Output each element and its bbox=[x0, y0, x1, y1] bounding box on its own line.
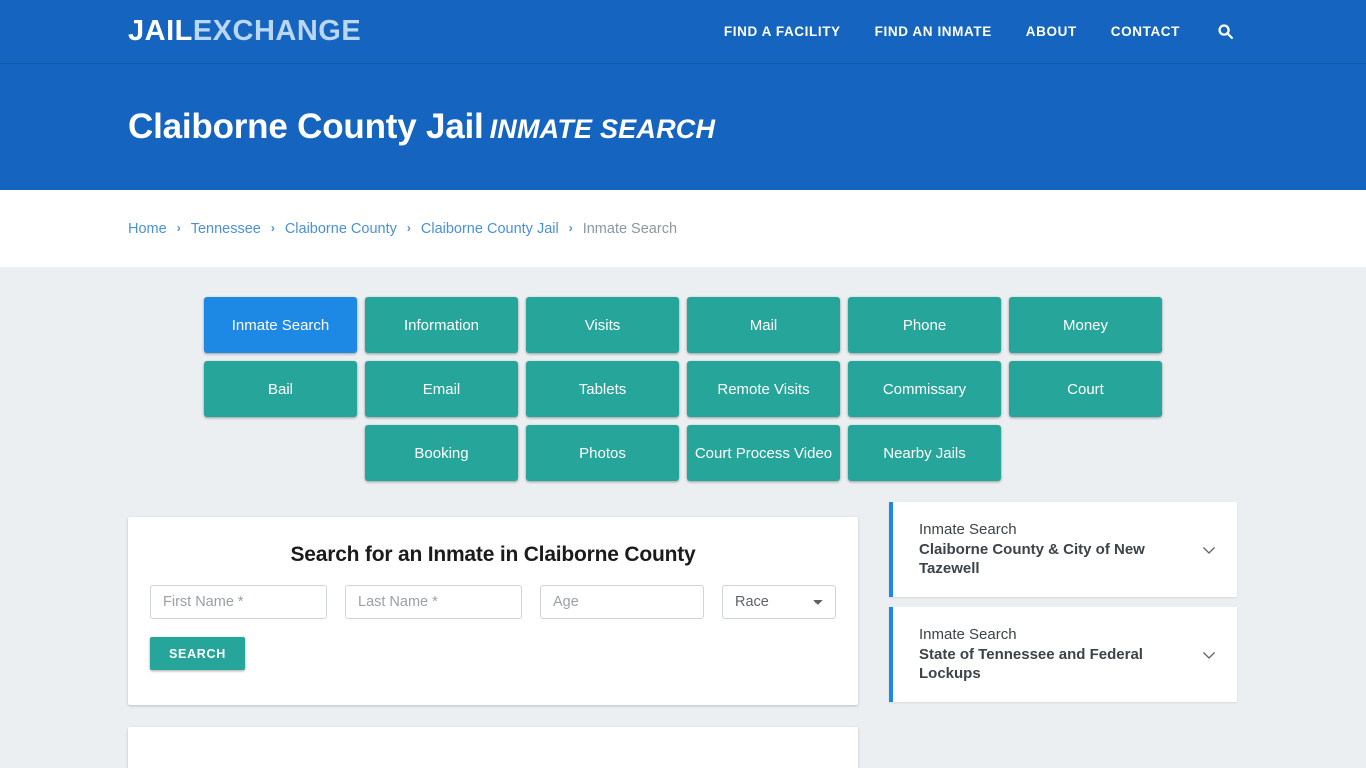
tab-booking[interactable]: Booking bbox=[365, 425, 518, 481]
breadcrumb-item-tennessee[interactable]: Tennessee bbox=[191, 221, 261, 237]
tab-phone[interactable]: Phone bbox=[848, 297, 1001, 353]
breadcrumb-bar: Home › Tennessee › Claiborne County › Cl… bbox=[0, 190, 1366, 267]
tab-visits[interactable]: Visits bbox=[526, 297, 679, 353]
tab-money[interactable]: Money bbox=[1009, 297, 1162, 353]
tab-nearby-jails[interactable]: Nearby Jails bbox=[848, 425, 1001, 481]
chevron-down-icon[interactable] bbox=[1199, 645, 1219, 665]
main-content: Inmate Search Information Visits Mail Ph… bbox=[0, 267, 1366, 768]
tab-email[interactable]: Email bbox=[365, 361, 518, 417]
top-navigation-bar: JAILEXCHANGE FIND A FACILITY FIND AN INM… bbox=[0, 0, 1366, 64]
breadcrumb-item-claiborne-county-jail[interactable]: Claiborne County Jail bbox=[421, 221, 559, 237]
tab-mail[interactable]: Mail bbox=[687, 297, 840, 353]
tab-court[interactable]: Court bbox=[1009, 361, 1162, 417]
chevron-right-icon: › bbox=[568, 220, 573, 235]
accordion-item-title: Claiborne County & City of New Tazewell bbox=[919, 540, 1145, 578]
first-name-input[interactable] bbox=[150, 585, 327, 619]
age-input[interactable] bbox=[540, 585, 704, 619]
tab-information[interactable]: Information bbox=[365, 297, 518, 353]
primary-nav: FIND A FACILITY FIND AN INMATE ABOUT CON… bbox=[724, 21, 1236, 43]
page-title: Claiborne County Jail INMATE SEARCH bbox=[128, 107, 715, 147]
tab-photos[interactable]: Photos bbox=[526, 425, 679, 481]
tab-court-process-video[interactable]: Court Process Video bbox=[687, 425, 840, 481]
secondary-results-card bbox=[128, 727, 858, 768]
accordion-item-title: State of Tennessee and Federal Lockups bbox=[919, 645, 1143, 683]
facility-tab-grid: Inmate Search Information Visits Mail Ph… bbox=[138, 297, 1228, 481]
site-logo[interactable]: JAILEXCHANGE bbox=[128, 17, 361, 46]
nav-item-find-a-facility[interactable]: FIND A FACILITY bbox=[724, 24, 841, 39]
last-name-input[interactable] bbox=[345, 585, 522, 619]
accordion-item-county-inmate-search[interactable]: Inmate Search Claiborne County & City of… bbox=[889, 502, 1237, 597]
tab-bail[interactable]: Bail bbox=[204, 361, 357, 417]
logo-text-jail: JAIL bbox=[128, 15, 193, 47]
chevron-down-icon[interactable] bbox=[1199, 540, 1219, 560]
logo-text-exchange: EXCHANGE bbox=[192, 15, 362, 47]
accordion-item-text: Inmate Search State of Tennessee and Fed… bbox=[919, 625, 1199, 684]
tab-remote-visits[interactable]: Remote Visits bbox=[687, 361, 840, 417]
tab-commissary[interactable]: Commissary bbox=[848, 361, 1001, 417]
page-title-sub: INMATE SEARCH bbox=[489, 114, 716, 144]
tab-inmate-search[interactable]: Inmate Search bbox=[204, 297, 357, 353]
page-title-main: Claiborne County Jail bbox=[128, 107, 484, 146]
tab-tablets[interactable]: Tablets bbox=[526, 361, 679, 417]
search-card-title: Search for an Inmate in Claiborne County bbox=[290, 543, 696, 566]
accordion-item-subtitle: Inmate Search bbox=[919, 625, 1017, 643]
search-button[interactable]: SEARCH bbox=[150, 637, 245, 670]
nav-item-about[interactable]: ABOUT bbox=[1026, 24, 1077, 39]
page-banner: Claiborne County Jail INMATE SEARCH bbox=[0, 64, 1366, 190]
inmate-search-card: Search for an Inmate in Claiborne County… bbox=[128, 517, 858, 705]
breadcrumb: Home › Tennessee › Claiborne County › Cl… bbox=[128, 221, 677, 237]
breadcrumb-item-inmate-search: Inmate Search bbox=[582, 220, 678, 237]
race-select[interactable]: Race bbox=[722, 585, 836, 619]
sidebar-accordion: Inmate Search Claiborne County & City of… bbox=[889, 502, 1237, 712]
breadcrumb-item-home[interactable]: Home bbox=[128, 221, 167, 237]
chevron-right-icon: › bbox=[406, 220, 411, 235]
nav-item-contact[interactable]: CONTACT bbox=[1111, 24, 1180, 39]
search-form-row: Race bbox=[128, 567, 858, 619]
breadcrumb-item-claiborne-county[interactable]: Claiborne County bbox=[285, 221, 397, 237]
accordion-item-state-inmate-search[interactable]: Inmate Search State of Tennessee and Fed… bbox=[889, 607, 1237, 702]
nav-item-find-an-inmate[interactable]: FIND AN INMATE bbox=[875, 24, 992, 39]
search-icon[interactable] bbox=[1214, 21, 1236, 43]
accordion-item-subtitle: Inmate Search bbox=[919, 520, 1017, 538]
chevron-right-icon: › bbox=[176, 220, 181, 235]
chevron-right-icon: › bbox=[270, 220, 275, 235]
accordion-item-text: Inmate Search Claiborne County & City of… bbox=[919, 520, 1199, 579]
